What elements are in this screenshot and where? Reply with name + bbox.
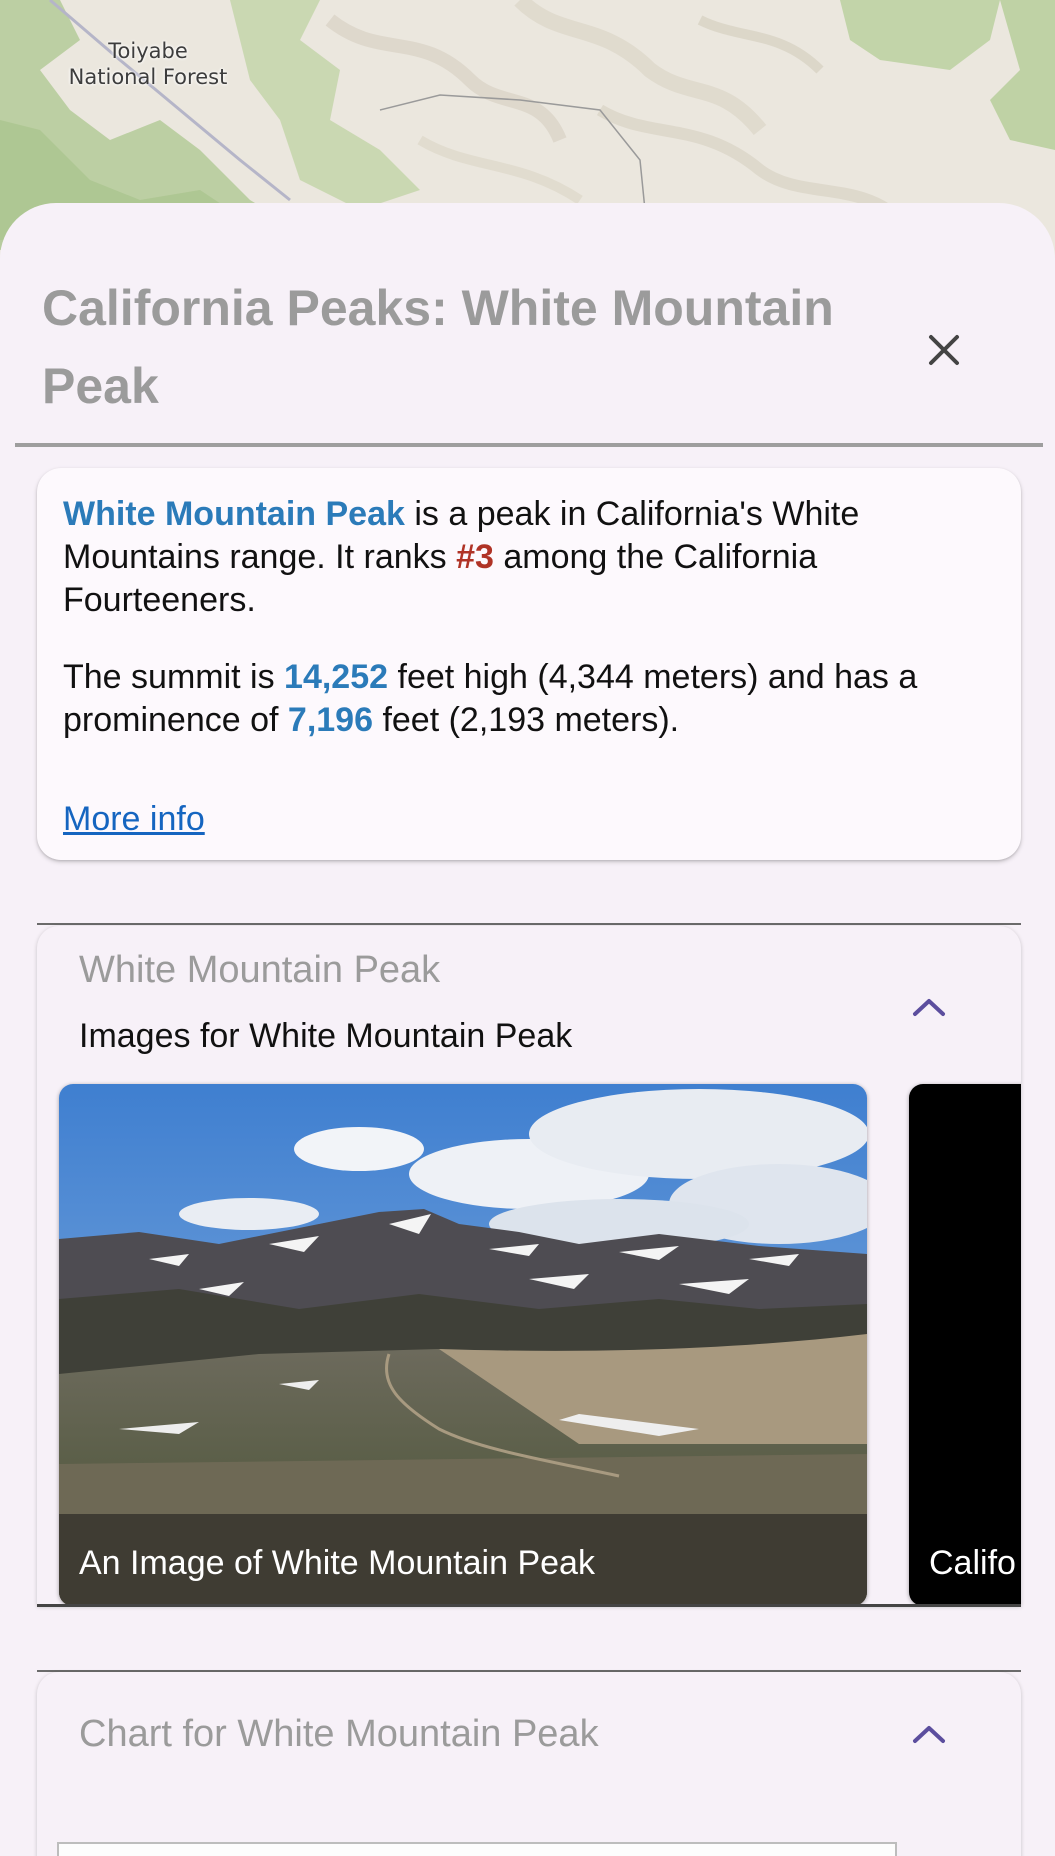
chart-section: Chart for White Mountain Peak xyxy=(37,1672,1021,1856)
elevation-value: 14,252 xyxy=(284,658,389,696)
collapse-chart-button[interactable] xyxy=(909,1721,949,1747)
chart-container xyxy=(57,1842,897,1856)
image-card[interactable]: An Image of White Mountain Peak xyxy=(59,1084,867,1606)
close-icon xyxy=(929,335,959,365)
peak-info-card: White Mountain Peak is a peak in Califor… xyxy=(37,468,1021,860)
chart-section-title: Chart for White Mountain Peak xyxy=(79,1713,599,1755)
bottom-sheet: California Peaks: White Mountain Peak Wh… xyxy=(0,203,1055,1856)
sheet-header: California Peaks: White Mountain Peak xyxy=(15,203,1043,447)
peak-stats: The summit is 14,252 feet high (4,344 me… xyxy=(63,656,1003,742)
images-section-subtitle: Images for White Mountain Peak xyxy=(79,1017,573,1055)
map-place-label: Toiyabe National Forest xyxy=(68,39,228,89)
more-info-link[interactable]: More info xyxy=(63,798,205,841)
images-section-title: White Mountain Peak xyxy=(79,949,441,991)
stats-text: The summit is xyxy=(63,658,285,696)
peak-rank: #3 xyxy=(456,538,494,576)
peak-description: White Mountain Peak is a peak in Califor… xyxy=(63,493,1003,622)
peak-name: White Mountain Peak xyxy=(63,495,405,533)
chevron-up-icon xyxy=(913,999,945,1016)
app-root: Toiyabe National Forest California Peaks… xyxy=(0,0,1055,1856)
section-divider xyxy=(37,923,1021,925)
stats-text: feet (2,193 meters). xyxy=(373,701,680,739)
image-caption: Califo xyxy=(929,1544,1016,1582)
chevron-up-icon xyxy=(913,1726,945,1743)
image-caption: An Image of White Mountain Peak xyxy=(79,1544,595,1582)
section-divider xyxy=(37,1604,1021,1607)
prominence-value: 7,196 xyxy=(287,701,373,739)
image-card[interactable]: Califo xyxy=(909,1084,1021,1606)
collapse-images-button[interactable] xyxy=(909,994,949,1020)
sheet-title: California Peaks: White Mountain Peak xyxy=(42,280,834,414)
images-section: White Mountain Peak Images for White Mou… xyxy=(37,926,1021,1606)
close-button[interactable] xyxy=(919,325,969,375)
